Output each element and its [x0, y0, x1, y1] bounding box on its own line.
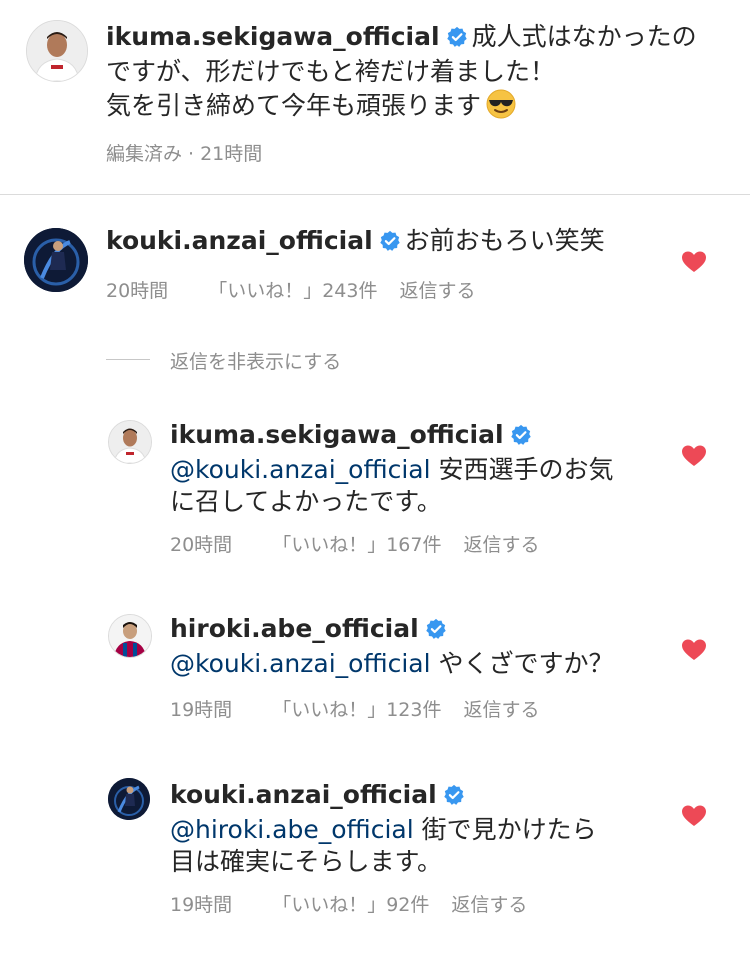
mention-link[interactable]: @kouki.anzai_official — [170, 455, 431, 484]
reply-username[interactable]: ikuma.sekigawa_official — [170, 420, 504, 449]
hide-replies-button[interactable]: 返信を非表示にする — [170, 347, 341, 374]
avatar[interactable] — [24, 228, 88, 292]
user-photo-icon — [108, 778, 150, 820]
reply-username[interactable]: hiroki.abe_official — [170, 614, 419, 643]
avatar[interactable] — [26, 20, 88, 82]
comment-likes[interactable]: 「いいね！」243件 — [208, 280, 377, 302]
divider — [0, 194, 750, 195]
edited-label: 編集済み — [106, 143, 183, 165]
reply-likes[interactable]: 「いいね！」167件 — [272, 534, 441, 556]
mention-link[interactable]: @kouki.anzai_official — [170, 649, 431, 678]
caption-meta: 編集済み · 21時間 — [106, 139, 262, 166]
heart-icon[interactable] — [681, 804, 707, 828]
heart-icon[interactable] — [681, 444, 707, 468]
sunglasses-emoji-icon — [485, 88, 517, 128]
caption-line-2: ですが、形だけでもと袴だけ着ました！ — [106, 57, 556, 86]
heart-icon[interactable] — [681, 638, 707, 662]
comment-time: 20時間 — [106, 280, 169, 302]
divider — [106, 359, 150, 360]
comment-body: お前おもろい笑笑 — [404, 226, 605, 255]
user-photo-icon — [109, 615, 151, 657]
avatar[interactable] — [108, 420, 152, 464]
reply-likes[interactable]: 「いいね！」123件 — [272, 699, 441, 721]
verified-badge-icon — [425, 616, 447, 648]
reply-body: 目は確実にそらします。 — [170, 847, 443, 876]
reply-button[interactable]: 返信する — [463, 534, 539, 556]
comment-text: kouki.anzai_official お前おもろい笑笑 — [106, 225, 666, 260]
comment-meta: 20時間 「いいね！」243件 返信する — [106, 276, 475, 303]
reply-body: に召してよかったです。 — [170, 487, 442, 516]
reply-body: やくざですか？ — [438, 649, 614, 678]
user-photo-icon — [27, 21, 87, 81]
caption-line-1: 成人式はなかったの — [471, 22, 697, 51]
reply-text: ikuma.sekigawa_official @kouki.anzai_off… — [170, 419, 660, 518]
caption-username[interactable]: ikuma.sekigawa_official — [106, 22, 440, 51]
mention-link[interactable]: @hiroki.abe_official — [170, 815, 414, 844]
reply-body: 街で見かけたら — [421, 815, 597, 844]
reply-time: 19時間 — [170, 894, 233, 916]
reply-meta: 19時間 「いいね！」123件 返信する — [170, 695, 539, 722]
reply-username[interactable]: kouki.anzai_official — [170, 780, 437, 809]
reply-meta: 19時間 「いいね！」92件 返信する — [170, 890, 527, 917]
avatar[interactable] — [108, 778, 150, 820]
reply-time: 20時間 — [170, 534, 233, 556]
caption-line-3: 気を引き締めて今年も頑張ります — [106, 91, 482, 120]
verified-badge-icon — [446, 24, 468, 56]
reply-button[interactable]: 返信する — [451, 894, 527, 916]
caption-time: 21時間 — [200, 143, 263, 165]
user-photo-icon — [109, 421, 151, 463]
reply-text: hiroki.abe_official @kouki.anzai_officia… — [170, 613, 660, 680]
verified-badge-icon — [510, 422, 532, 454]
reply-button[interactable]: 返信する — [463, 699, 539, 721]
reply-meta: 20時間 「いいね！」167件 返信する — [170, 530, 539, 557]
reply-body: 安西選手のお気 — [438, 455, 614, 484]
reply-time: 19時間 — [170, 699, 233, 721]
meta-separator: · — [188, 143, 195, 165]
user-photo-icon — [24, 228, 88, 292]
verified-badge-icon — [379, 228, 401, 260]
reply-likes[interactable]: 「いいね！」92件 — [272, 894, 429, 916]
reply-text: kouki.anzai_official @hiroki.abe_officia… — [170, 779, 660, 878]
reply-button[interactable]: 返信する — [399, 280, 475, 302]
caption-text: ikuma.sekigawa_official 成人式はなかったの ですが、形だけ… — [106, 21, 726, 128]
verified-badge-icon — [443, 782, 465, 814]
heart-icon[interactable] — [681, 250, 707, 274]
comment-username[interactable]: kouki.anzai_official — [106, 226, 373, 255]
avatar[interactable] — [108, 614, 152, 658]
